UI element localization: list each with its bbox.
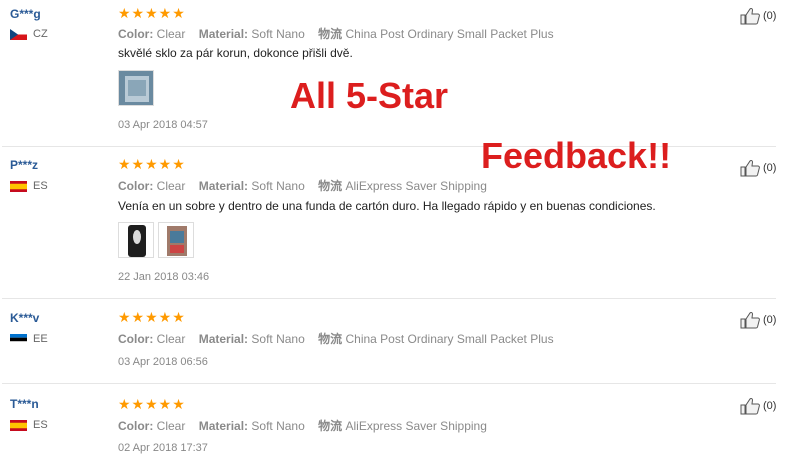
- reviewer-name[interactable]: P***z: [10, 158, 38, 172]
- order-info: Color: Clear Material: Soft Nano 物流 AliE…: [118, 177, 487, 194]
- color-label: Color:: [118, 419, 154, 433]
- reviewer-country: ES: [10, 419, 48, 431]
- star-rating: ★★★★★: [118, 156, 186, 172]
- review-date: 02 Apr 2018 17:37: [118, 442, 208, 454]
- review-date: 03 Apr 2018 06:56: [118, 356, 208, 368]
- es-flag-icon: [10, 419, 27, 431]
- material-value: Soft Nano: [251, 332, 305, 346]
- material-value: Soft Nano: [251, 179, 305, 193]
- like-button[interactable]: (0): [740, 7, 776, 25]
- material-value: Soft Nano: [251, 27, 305, 41]
- like-count: (0): [763, 400, 777, 412]
- color-value: Clear: [156, 419, 186, 433]
- review-text: skvělé sklo za pár korun, dokonce přišli…: [118, 46, 353, 60]
- reviewer-country: CZ: [10, 28, 48, 40]
- star-rating: ★★★★★: [118, 5, 186, 21]
- shipping-label: 物流: [318, 179, 343, 193]
- material-value: Soft Nano: [251, 419, 305, 433]
- color-value: Clear: [156, 332, 186, 346]
- color-label: Color:: [118, 27, 154, 41]
- country-code: ES: [33, 180, 48, 192]
- thumbs-up-icon: [740, 311, 760, 329]
- promo-subheadline: Feedback!!: [481, 135, 672, 176]
- cz-flag-icon: [10, 28, 27, 40]
- shipping-value: AliExpress Saver Shipping: [345, 179, 487, 193]
- shipping-value: China Post Ordinary Small Packet Plus: [345, 27, 554, 41]
- shipping-value: China Post Ordinary Small Packet Plus: [345, 332, 554, 346]
- country-code: ES: [33, 419, 48, 431]
- country-code: EE: [33, 333, 48, 345]
- order-info: Color: Clear Material: Soft Nano 物流 Chin…: [118, 25, 554, 42]
- review-photo[interactable]: [118, 70, 154, 106]
- review-photo[interactable]: [158, 222, 194, 258]
- thumbs-up-icon: [740, 7, 760, 25]
- order-info: Color: Clear Material: Soft Nano 物流 Chin…: [118, 330, 554, 347]
- material-label: Material:: [198, 179, 249, 193]
- ee-flag-icon: [10, 333, 27, 345]
- reviewer-name[interactable]: T***n: [10, 397, 39, 411]
- es-flag-icon: [10, 180, 27, 192]
- country-code: CZ: [33, 28, 48, 40]
- color-label: Color:: [118, 179, 154, 193]
- like-button[interactable]: (0): [740, 397, 776, 415]
- color-value: Clear: [156, 179, 186, 193]
- material-label: Material:: [198, 419, 249, 433]
- like-button[interactable]: (0): [740, 159, 776, 177]
- shipping-label: 物流: [318, 27, 343, 41]
- reviewer-name[interactable]: K***v: [10, 311, 39, 325]
- review-date: 03 Apr 2018 04:57: [118, 119, 208, 131]
- promo-headline: All 5-Star: [290, 75, 449, 116]
- divider: [2, 298, 776, 299]
- shipping-value: AliExpress Saver Shipping: [345, 419, 487, 433]
- thumbs-up-icon: [740, 397, 760, 415]
- reviewer-name[interactable]: G***g: [10, 7, 41, 21]
- color-value: Clear: [156, 27, 186, 41]
- shipping-label: 物流: [318, 419, 343, 433]
- material-label: Material:: [198, 332, 249, 346]
- shipping-label: 物流: [318, 332, 343, 346]
- material-label: Material:: [198, 27, 249, 41]
- like-count: (0): [763, 162, 777, 174]
- reviewer-country: EE: [10, 333, 48, 345]
- star-rating: ★★★★★: [118, 396, 186, 412]
- review-text: Venía en un sobre y dentro de una funda …: [118, 199, 656, 213]
- review-date: 22 Jan 2018 03:46: [118, 271, 210, 283]
- reviewer-country: ES: [10, 180, 48, 192]
- divider: [2, 383, 776, 384]
- like-button[interactable]: (0): [740, 311, 776, 329]
- star-rating: ★★★★★: [118, 309, 186, 325]
- order-info: Color: Clear Material: Soft Nano 物流 AliE…: [118, 417, 487, 434]
- like-count: (0): [763, 314, 777, 326]
- review-photo[interactable]: [118, 222, 154, 258]
- color-label: Color:: [118, 332, 154, 346]
- thumbs-up-icon: [740, 159, 760, 177]
- like-count: (0): [763, 10, 777, 22]
